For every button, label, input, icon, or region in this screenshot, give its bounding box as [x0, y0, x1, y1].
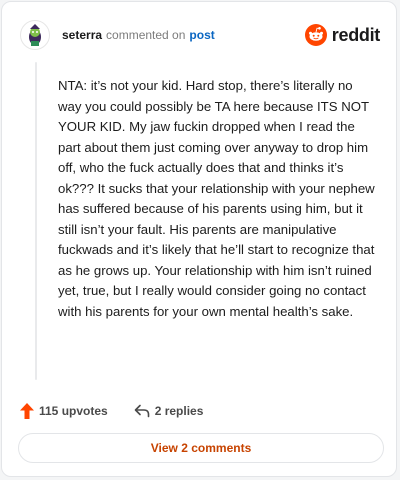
comment-meta: seterra commented on post: [62, 28, 215, 42]
reddit-wordmark: reddit: [331, 24, 381, 45]
username[interactable]: seterra: [62, 28, 102, 42]
reply-count: 2 replies: [154, 404, 204, 418]
comment-header: seterra commented on post reddit: [20, 18, 380, 52]
comment-body: NTA: it’s not your kid. Hard stop, there…: [58, 78, 375, 319]
post-link[interactable]: post: [189, 28, 214, 42]
thread-line[interactable]: [35, 62, 37, 380]
comment-card: seterra commented on post reddit NTA: it…: [1, 1, 397, 477]
comment-actions: 115 upvotes 2 replies: [20, 400, 203, 422]
upvote-button[interactable]: 115 upvotes: [20, 403, 108, 419]
upvote-count: 115 upvotes: [39, 404, 108, 418]
avatar[interactable]: [20, 20, 50, 50]
reddit-brand[interactable]: reddit: [304, 24, 381, 46]
commented-on-text: commented on: [106, 28, 186, 42]
replies-button[interactable]: 2 replies: [134, 404, 204, 418]
view-comments-button[interactable]: View 2 comments: [18, 433, 384, 463]
user-avatar-icon: [29, 24, 41, 46]
reddit-logo-icon: [304, 24, 327, 46]
up-arrow-icon: [20, 403, 34, 419]
reply-arrow-icon: [134, 404, 150, 418]
